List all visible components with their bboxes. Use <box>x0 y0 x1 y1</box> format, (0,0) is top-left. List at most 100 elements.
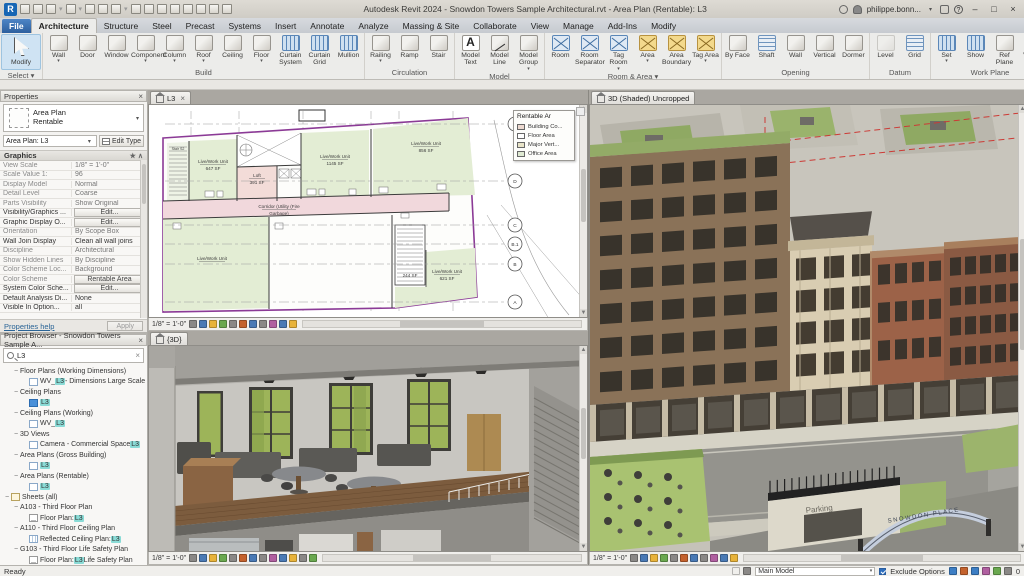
temporary-hide-icon[interactable] <box>710 554 719 562</box>
detail-level-icon[interactable] <box>189 554 198 562</box>
tool-wall-button[interactable]: Wall <box>781 34 810 59</box>
temporary-hide-icon[interactable] <box>269 554 278 562</box>
tool-mullion-button[interactable]: Mullion <box>334 34 363 59</box>
tool-roof-button[interactable]: Roof ▾ <box>189 34 218 64</box>
property-value[interactable]: 1/8" = 1'-0" <box>72 162 147 169</box>
tree-item[interactable]: −3D Views <box>3 429 147 440</box>
open-icon[interactable] <box>20 4 30 14</box>
property-value[interactable]: Background <box>72 266 147 273</box>
show-crop-icon[interactable] <box>690 554 699 562</box>
undo-icon[interactable] <box>46 4 56 14</box>
thin-lines-icon[interactable] <box>195 4 206 14</box>
tree-item[interactable]: Camera - Commercial Space L3 <box>3 440 147 451</box>
section3d-horizontal-scrollbar[interactable] <box>322 554 582 562</box>
ribbon-tab-insert[interactable]: Insert <box>268 19 303 33</box>
save-icon[interactable] <box>33 4 43 14</box>
ribbon-tab-massing-site[interactable]: Massing & Site <box>396 19 467 33</box>
ribbon-tab-systems[interactable]: Systems <box>221 19 268 33</box>
ribbon-tab-annotate[interactable]: Annotate <box>303 19 351 33</box>
tool-vertical-button[interactable]: Vertical <box>810 34 839 59</box>
plan-horizontal-scrollbar[interactable] <box>302 320 582 328</box>
tree-item[interactable]: WV_ L3 <box>3 419 147 430</box>
section-pin-icon[interactable]: ★ ∧ <box>130 152 143 160</box>
switch-windows-icon[interactable] <box>221 4 232 14</box>
clear-search-icon[interactable]: × <box>135 351 140 360</box>
property-value[interactable]: Architectural <box>72 247 147 254</box>
ribbon-tab-steel[interactable]: Steel <box>145 19 178 33</box>
property-value[interactable]: all <box>72 304 147 311</box>
tree-item[interactable]: − A110 - Third Floor Ceiling Plan <box>3 524 147 535</box>
redo-icon[interactable] <box>65 4 76 14</box>
tree-expander[interactable]: − <box>12 431 20 438</box>
rendering-icon[interactable] <box>670 554 679 562</box>
constraints-icon[interactable] <box>309 554 318 562</box>
restore-button[interactable]: □ <box>987 4 1001 14</box>
project-browser-header[interactable]: Project Browser - Snowdon Towers Sample … <box>0 331 147 349</box>
tool-area-button[interactable]: Area ▾ <box>633 34 662 64</box>
tool-model-group-button[interactable]: Model Group ▾ <box>514 34 543 71</box>
property-value[interactable]: None <box>72 295 147 302</box>
tree-expander[interactable]: − <box>12 389 20 396</box>
tool-level-button[interactable]: Level <box>871 34 900 59</box>
constraints-icon[interactable] <box>730 554 739 562</box>
navigation-bar-icon[interactable] <box>576 107 585 116</box>
tree-item[interactable]: Reflected Ceiling Plan: L3 <box>3 534 147 545</box>
tree-expander[interactable]: − <box>12 452 20 459</box>
tree-expander[interactable]: − <box>12 410 20 417</box>
exclude-options-checkbox[interactable] <box>879 567 887 575</box>
user-menu-chevron-icon[interactable]: ▾ <box>926 6 935 13</box>
close-button[interactable]: × <box>1006 4 1020 14</box>
crop-view-icon[interactable] <box>680 554 689 562</box>
constraints-icon[interactable] <box>289 320 298 328</box>
lock-orientation-icon[interactable] <box>259 554 268 562</box>
tool-door-button[interactable]: Door <box>73 34 102 59</box>
tree-expander[interactable]: − <box>12 525 20 532</box>
tree-item[interactable]: − Sheets (all) <box>3 492 147 503</box>
tree-item[interactable]: L3 <box>3 398 147 409</box>
tree-expander[interactable]: − <box>12 504 20 511</box>
transfer-icon[interactable] <box>98 4 109 14</box>
properties-header[interactable]: Properties × <box>0 90 147 102</box>
section3d-vertical-scrollbar[interactable]: ▲ ▼ <box>579 346 587 551</box>
ribbon-tab-view[interactable]: View <box>524 19 556 33</box>
ribbon-tab-manage[interactable]: Manage <box>556 19 601 33</box>
crop-view-icon[interactable] <box>239 554 248 562</box>
tree-expander[interactable]: − <box>12 546 20 553</box>
plan-view-tab[interactable]: L3 × <box>150 91 192 104</box>
reveal-hidden-icon[interactable] <box>269 320 278 328</box>
ribbon-tab-architecture[interactable]: Architecture <box>30 18 97 33</box>
sun-path-icon[interactable] <box>209 554 218 562</box>
section3d-view-tab[interactable]: {3D} <box>150 332 188 345</box>
visual-style-icon[interactable] <box>199 554 208 562</box>
property-value[interactable]: Clean all wall joins <box>72 238 147 245</box>
property-edit-button[interactable]: Rentable Area <box>74 274 145 284</box>
drag-on-selection-icon[interactable] <box>992 567 1001 575</box>
property-value[interactable]: 96 <box>72 171 147 178</box>
tool-grid-button[interactable]: Grid <box>900 34 929 59</box>
section-icon[interactable] <box>182 4 193 14</box>
ribbon-tab-precast[interactable]: Precast <box>179 19 222 33</box>
redo-chevron-icon[interactable]: ▾ <box>79 5 83 13</box>
tool-dormer-button[interactable]: Dormer <box>839 34 868 59</box>
tool-ramp-button[interactable]: Ramp <box>395 34 424 59</box>
tree-item[interactable]: − Area Plans (Rentable) <box>3 471 147 482</box>
property-value[interactable]: Normal <box>72 181 147 188</box>
tree-item[interactable]: L3 <box>3 461 147 472</box>
tree-expander[interactable]: − <box>12 473 20 480</box>
property-edit-button[interactable]: Edit... <box>74 284 145 294</box>
ui-toggle-icon[interactable] <box>208 4 219 14</box>
tree-item[interactable]: − Ceiling Plans <box>3 387 147 398</box>
tool-window-button[interactable]: Window <box>102 34 131 59</box>
filter-icon[interactable] <box>1003 567 1012 575</box>
detail-level-icon[interactable] <box>630 554 639 562</box>
tool-modify-button[interactable]: Modify <box>1 34 41 70</box>
tool-show-button[interactable]: Show <box>961 34 990 59</box>
tool-menu-chevron-icon[interactable]: ▾ <box>691 59 720 64</box>
design-options-icon[interactable] <box>743 567 752 575</box>
tree-item[interactable]: − A103 - Third Floor Plan <box>3 503 147 514</box>
tool-menu-chevron-icon[interactable]: ▾ <box>633 59 662 64</box>
show-crop-icon[interactable] <box>249 320 258 328</box>
select-underlay-icon[interactable] <box>959 567 968 575</box>
ribbon-tab-file[interactable]: File <box>2 19 31 33</box>
tool-room-button[interactable]: Room <box>546 34 575 59</box>
